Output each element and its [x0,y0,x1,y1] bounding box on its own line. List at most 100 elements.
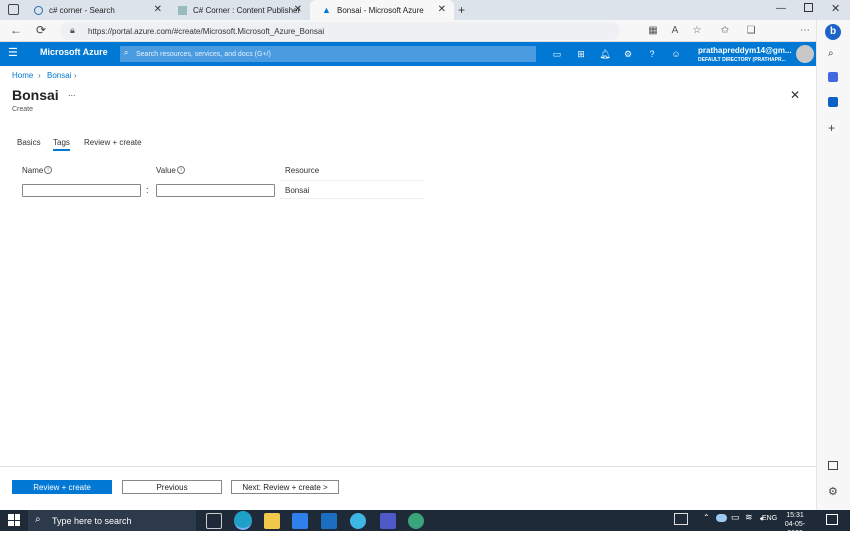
column-header-resource: Resource [285,166,320,175]
app-available-icon[interactable]: ▦ [646,24,660,38]
windows-start-icon[interactable] [8,514,20,526]
feedback-icon[interactable]: ☺ [669,47,683,61]
close-icon[interactable]: ✕ [154,4,162,15]
tag-value-input[interactable] [156,184,275,197]
browser-tab-active[interactable]: ▲ Bonsai - Microsoft Azure ✕ [310,0,454,20]
row-divider [280,180,424,181]
browser-tab[interactable]: C# Corner : Content Publisher ✕ [166,0,310,20]
wifi-icon[interactable]: ≋ [745,512,753,523]
tab-actions-icon[interactable] [8,4,19,15]
more-options-icon[interactable]: ⋯ [798,24,812,38]
settings-gear-icon[interactable]: ⚙ [828,485,838,498]
name-value-separator: : [146,185,149,195]
teams-icon[interactable] [380,513,396,529]
lock-icon: 🔒︎ [70,25,75,35]
task-view-icon[interactable] [206,513,222,529]
url-field[interactable]: 🔒︎ https://portal.azure.com/#create/Micr… [60,22,620,40]
tab-basics[interactable]: Basics [17,138,41,147]
page-title: Bonsai [12,87,59,103]
resource-cell: Bonsai [285,186,310,195]
help-icon[interactable]: ? [645,47,659,61]
search-icon [34,5,43,15]
notifications-icon[interactable]: 🔔︎ [598,47,612,61]
tab-tags[interactable]: Tags [53,138,70,151]
tab-title: C# Corner : Content Publisher [193,5,301,15]
clock-time: 15:31 [786,512,804,519]
close-icon[interactable]: ✕ [438,4,446,15]
search-icon[interactable]: ⌕ [828,48,834,59]
url-text: https://portal.azure.com/#create/Microso… [88,26,325,36]
close-icon[interactable]: ✕ [294,4,302,15]
azure-search-input[interactable]: ⌕ Search resources, services, and docs (… [120,46,536,62]
settings-gear-icon[interactable]: ⚙ [621,47,635,61]
chevron-right-icon: › [74,71,77,80]
browser-tab[interactable]: c# corner - Search ✕ [22,0,170,20]
previous-button[interactable]: Previous [122,480,222,494]
tab-title: Bonsai - Microsoft Azure [337,5,424,15]
collections-icon[interactable]: ❏ [744,24,758,38]
favorites-icon[interactable]: ✩ [718,24,732,38]
outlook-icon[interactable] [828,97,838,107]
more-actions-icon[interactable]: ... [68,88,76,98]
favorites-add-icon[interactable]: ☆ [690,24,704,38]
clock-date: 04-05-2023 [784,521,806,537]
hamburger-menu-icon[interactable]: ☰ [8,46,18,59]
cloud-shell-icon[interactable]: ▭ [550,47,564,61]
sidebar-toggle-icon[interactable] [828,461,838,470]
store-icon[interactable] [292,513,308,529]
next-button[interactable]: Next: Review + create > [231,480,339,494]
search-icon: ⌕ [124,48,129,57]
shopping-icon[interactable] [828,72,838,82]
browser-tab-strip: c# corner - Search ✕ C# Corner : Content… [0,0,850,20]
account-avatar[interactable] [796,45,814,63]
new-tab-button[interactable]: + [458,3,465,17]
edge-beta-icon[interactable] [408,513,424,529]
column-header-value: Value [156,166,176,175]
taskbar-search-placeholder: Type here to search [52,515,132,526]
battery-icon[interactable]: ▭ [731,512,740,523]
clock[interactable]: 15:31 04-05-2023 [780,511,810,538]
tag-name-input[interactable] [22,184,141,197]
chevron-up-icon[interactable]: ⌃ [703,513,710,522]
account-directory: DEFAULT DIRECTORY (PRATHAPR... [698,57,786,63]
azure-icon: ▲ [322,4,331,15]
language-indicator[interactable]: ENG [762,515,777,522]
close-window-icon[interactable]: ✕ [831,2,840,15]
row-divider [280,198,424,199]
info-icon[interactable]: i [44,166,52,174]
file-explorer-icon[interactable] [264,513,280,529]
keyboard-icon[interactable] [674,513,688,525]
browser-sidebar: b ⌕ + ⚙ [816,20,850,510]
account-name[interactable]: prathapreddym14@gm... [698,46,792,55]
chevron-right-icon: › [38,71,41,80]
directory-filter-icon[interactable]: ⊞ [574,47,588,61]
refresh-icon[interactable]: ⟳ [36,23,46,37]
column-header-name: Name [22,166,44,175]
back-icon[interactable]: ← [10,23,22,37]
breadcrumb-bonsai[interactable]: Bonsai [47,71,71,80]
read-aloud-icon[interactable]: A [668,24,682,38]
azure-brand[interactable]: Microsoft Azure [40,47,108,57]
minimize-icon[interactable]: — [776,3,786,14]
page-icon [178,5,187,15]
footer-divider [0,466,816,467]
tab-review-create[interactable]: Review + create [84,138,142,147]
address-bar: ← ⟳ 🔒︎ https://portal.azure.com/#create/… [0,20,850,59]
page-subtitle: Create [12,106,34,113]
onedrive-icon[interactable] [716,514,727,522]
close-blade-icon[interactable]: ✕ [790,88,800,102]
breadcrumb-home[interactable]: Home [12,71,33,80]
tab-title: c# corner - Search [49,5,115,15]
add-icon[interactable]: + [828,121,835,135]
search-placeholder: Search resources, services, and docs (G+… [136,50,271,58]
review-create-button[interactable]: Review + create [12,480,112,494]
taskbar-search-input[interactable]: ⌕ Type here to search [28,510,196,531]
notification-center-icon[interactable] [826,514,838,525]
edge-icon[interactable] [234,511,252,530]
edge-legacy-icon[interactable] [350,513,366,529]
maximize-icon[interactable] [804,3,813,12]
mail-icon[interactable] [321,513,337,529]
bing-icon[interactable]: b [825,24,841,40]
info-icon[interactable]: i [177,166,185,174]
search-icon: ⌕ [35,514,41,525]
